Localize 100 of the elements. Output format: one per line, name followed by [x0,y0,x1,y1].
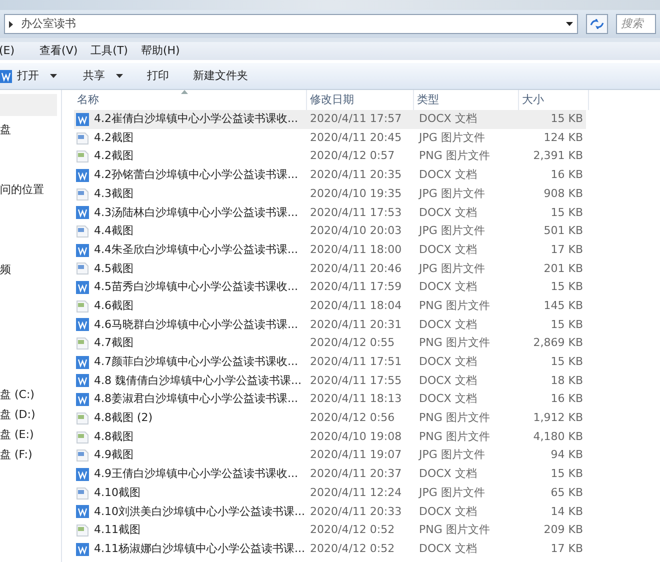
toolbar-button[interactable]: 打开 [0,65,71,87]
file-size: 908 KB [544,186,583,202]
file-row[interactable]: 4.3截图 2020/4/10 19:35 JPG 图片文件 908 KB [74,184,586,204]
file-type: JPG 图片文件 [419,224,485,238]
modified-date: 2020/4/10 20:03 [310,224,402,238]
modified-date: 2020/4/11 17:53 [310,206,402,219]
file-row[interactable]: 4.10截图 2020/4/11 12:24 JPG 图片文件 65 KB [74,484,586,502]
nav-item[interactable]: 盘 (C:) [0,387,61,403]
refresh-button[interactable] [586,14,608,34]
dropdown-caret-icon[interactable] [566,22,573,26]
nav-item[interactable]: 盘 (E:) [0,427,61,443]
file-row[interactable]: 4.8 魏倩倩白沙埠镇中心小学公益读书课... 2020/4/11 17:55 DOCX 文档 18 KB [74,372,586,390]
image-file-icon [76,224,89,238]
nav-item[interactable]: 盘 (F:) [0,447,61,463]
image-file-icon [76,430,89,444]
file-name: 4.9王倩白沙埠镇中心小学公益读书课收... [94,466,298,482]
file-size: 124 KB [544,130,583,146]
file-size: 16 KB [550,391,583,408]
refresh-icon [590,19,604,29]
file-name: 4.5苗秀白沙埠镇中心小学公益读书课收... [94,279,298,296]
file-row[interactable]: 4.8姜淑君白沙埠镇中心小学公益读书课... 2020/4/11 18:13 DOCX 文档 16 KB [74,390,586,409]
file-row[interactable]: 4.7截图 2020/4/12 0:55 PNG 图片文件 2,869 KB [74,334,586,353]
image-file-icon [76,188,89,201]
word-document-icon [76,318,89,332]
modified-date: 2020/4/11 20:45 [310,130,402,144]
file-name: 4.7颜菲白沙埠镇中心小学公益读书课收... [94,354,298,370]
file-type: DOCX 文档 [419,504,477,518]
file-row[interactable]: 4.4截图 2020/4/10 20:03 JPG 图片文件 501 KB [74,222,586,241]
file-name: 4.6马晓群白沙埠镇中心小学公益读书课... [94,316,298,333]
nav-item[interactable]: 频 [0,262,61,278]
file-size: 15 KB [550,354,583,370]
address-field[interactable]: 办公室读书 [4,14,578,34]
file-row[interactable]: 4.2截图 2020/4/11 20:45 JPG 图片文件 124 KB [74,128,586,148]
nav-item[interactable]: 问的位置 [0,182,61,198]
word-document-icon [76,112,89,126]
image-file-icon [76,486,89,500]
nav-item[interactable]: 盘 [0,122,61,138]
file-size: 15 KB [550,204,583,221]
file-type: DOCX 文档 [419,112,477,126]
file-row[interactable]: 4.3汤陆林白沙埠镇中心小学公益读书课... 2020/4/11 17:53 DOCX 文档 15 KB [74,203,586,222]
file-type: DOCX 文档 [419,467,477,480]
file-row[interactable]: 4.2截图 2020/4/12 0:57 PNG 图片文件 2,391 KB [74,147,586,166]
modified-date: 2020/4/11 17:59 [310,280,402,294]
file-size: 201 KB [544,260,583,277]
address-path[interactable]: 办公室读书 [21,16,76,32]
image-file-icon [76,132,89,145]
menu-item[interactable]: 帮助(H) [140,42,180,60]
file-row[interactable]: 4.2崔倩白沙埠镇中心小学公益读书课收... 2020/4/11 17:57 DOCX 文档 15 KB [74,110,586,129]
file-name: 4.2孙铭蕾白沙埠镇中心小学公益读书课... [94,167,298,184]
file-name: 4.11杨淑娜白沙埠镇中心小学公益读书课... [94,540,305,557]
file-row[interactable]: 4.10刘洪美白沙埠镇中心小学公益读书课... 2020/4/11 20:33 DOCX 文档 14 KB [74,502,586,522]
file-type: PNG 图片文件 [419,298,490,312]
search-field[interactable]: 搜索 [616,14,656,34]
file-row[interactable]: 4.11截图 2020/4/12 0:52 PNG 图片文件 209 KB [74,521,586,540]
file-type: PNG 图片文件 [419,523,490,536]
image-file-icon [76,524,89,537]
file-name: 4.2崔倩白沙埠镇中心小学公益读书课收... [94,111,298,128]
menu-item[interactable]: 查看(V) [40,42,78,60]
file-row[interactable]: 4.5苗秀白沙埠镇中心小学公益读书课收... 2020/4/11 17:59 DOCX 文档 15 KB [74,278,586,297]
file-name: 4.9截图 [94,447,134,464]
file-row[interactable]: 4.2孙铭蕾白沙埠镇中心小学公益读书课... 2020/4/11 20:35 DOCX 文档 16 KB [74,166,586,185]
file-row[interactable]: 4.7颜菲白沙埠镇中心小学公益读书课收... 2020/4/11 17:51 DOCX 文档 15 KB [74,352,586,372]
modified-date: 2020/4/11 17:57 [310,112,402,126]
toolbar-button[interactable]: 新建文件夹 [181,65,260,87]
word-document-icon [76,468,89,481]
menu-item[interactable]: (E) [0,42,15,60]
file-name: 4.2截图 [94,148,134,164]
word-document-icon [76,281,89,294]
file-name: 4.11截图 [94,522,140,538]
toolbar-button[interactable]: 打印 [135,65,181,87]
file-size: 15 KB [550,111,583,128]
file-row[interactable]: 4.6马晓群白沙埠镇中心小学公益读书课... 2020/4/11 20:31 DOCX 文档 15 KB [74,316,586,334]
nav-item[interactable]: 盘 (D:) [0,407,61,423]
menu-item[interactable]: 工具(T) [90,42,128,60]
file-size: 2,869 KB [533,335,583,352]
modified-date: 2020/4/11 18:13 [310,392,402,406]
file-row[interactable]: 4.9王倩白沙埠镇中心小学公益读书课收... 2020/4/11 20:37 DOCX 文档 15 KB [74,465,586,484]
file-row[interactable]: 4.11杨淑娜白沙埠镇中心小学公益读书课... 2020/4/12 0:52 DOCX 文档 17 KB [74,540,586,558]
file-row[interactable]: 4.5截图 2020/4/11 20:46 JPG 图片文件 201 KB [74,260,586,278]
file-name: 4.4朱圣欣白沙埠镇中心小学公益读书课... [94,242,298,258]
file-row[interactable]: 4.6截图 2020/4/11 18:04 PNG 图片文件 145 KB [74,296,586,316]
file-row[interactable]: 4.8截图 2020/4/10 19:08 PNG 图片文件 4,180 KB [74,428,586,446]
file-type: DOCX 文档 [419,318,477,331]
file-type: PNG 图片文件 [419,430,490,443]
modified-date: 2020/4/11 18:00 [310,242,402,256]
file-name: 4.4截图 [94,223,134,240]
word-document-icon [76,168,89,182]
modified-date: 2020/4/10 19:35 [310,186,402,200]
toolbar-button[interactable]: 共享 [71,65,135,87]
file-type: JPG 图片文件 [419,130,485,144]
file-size: 18 KB [550,372,583,389]
file-name: 4.8截图 (2) [94,410,153,426]
file-row[interactable]: 4.9截图 2020/4/11 19:07 JPG 图片文件 94 KB [74,446,586,466]
image-file-icon [76,412,89,425]
file-row[interactable]: 4.8截图 (2) 2020/4/12 0:56 PNG 图片文件 1,912 KB [74,409,586,428]
file-row[interactable]: 4.4朱圣欣白沙埠镇中心小学公益读书课... 2020/4/11 18:00 DOCX 文档 17 KB [74,240,586,260]
file-size: 15 KB [550,316,583,333]
file-name: 4.6截图 [94,298,134,314]
file-name: 4.8截图 [94,428,134,445]
file-type: DOCX 文档 [419,542,477,555]
